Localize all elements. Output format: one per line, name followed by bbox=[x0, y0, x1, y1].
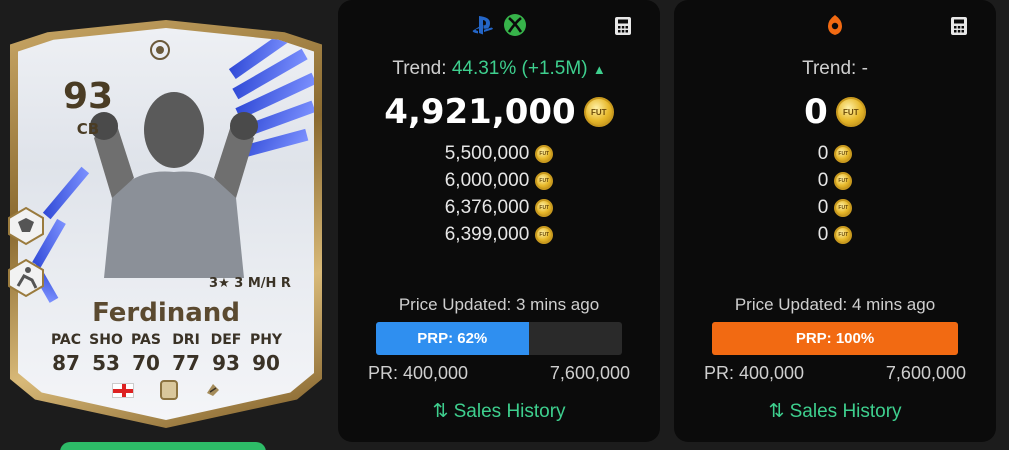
lowest-price: 0 FUT bbox=[674, 92, 996, 132]
coin-icon: FUT bbox=[834, 144, 853, 163]
player-rating: 93 bbox=[62, 76, 114, 117]
calculator-icon[interactable] bbox=[614, 16, 632, 36]
skill-weakfoot-workrate: 3★ 3 M/H R bbox=[209, 276, 291, 291]
price-range: PR: 400,000 7,600,000 bbox=[368, 363, 630, 384]
card-badges bbox=[112, 380, 222, 400]
lowest-price-value: 0 bbox=[804, 92, 828, 132]
england-flag-icon bbox=[112, 382, 134, 398]
pc-price-panel: Trend: - 0 FUT 0 FUT 0 FUT 0 FUT 0 FUT P… bbox=[674, 0, 996, 442]
price-list: 5,500,000 FUT 6,000,000 FUT 6,376,000 FU… bbox=[338, 140, 660, 248]
player-position: CB bbox=[76, 120, 100, 138]
price-range-min: PR: 400,000 bbox=[368, 363, 469, 383]
stat-label: DEF bbox=[210, 332, 242, 348]
prp-progress-bar: PRP: 62% bbox=[376, 322, 622, 355]
coin-icon: FUT bbox=[535, 171, 554, 190]
price-range-min: PR: 400,000 bbox=[704, 363, 805, 383]
coin-icon: FUT bbox=[834, 198, 853, 217]
coin-label: FUT bbox=[539, 204, 550, 211]
coin-icon: FUT bbox=[535, 198, 554, 217]
coin-icon: FUT bbox=[834, 225, 853, 244]
price-list-item: 0 FUT bbox=[674, 221, 996, 248]
coin-icon: FUT bbox=[835, 97, 866, 127]
coin-label: FUT bbox=[838, 231, 849, 238]
price-value: 6,000,000 bbox=[444, 169, 530, 191]
price-list-item: 6,399,000 FUT bbox=[338, 221, 660, 248]
stat-label: PAS bbox=[131, 332, 161, 348]
player-card[interactable]: 93 CB 3★ 3 M/H R Ferdinand PAC SHO PAS D… bbox=[4, 8, 330, 438]
platform-icons bbox=[674, 12, 996, 38]
price-value: 0 bbox=[817, 169, 829, 191]
price-trend: Trend: - bbox=[674, 58, 996, 80]
trend-up-icon: ▲ bbox=[592, 62, 606, 77]
price-value: 0 bbox=[817, 223, 829, 245]
lowest-price-value: 4,921,000 bbox=[384, 92, 576, 132]
stat-value: 70 bbox=[132, 351, 160, 375]
stat-value: 87 bbox=[52, 351, 80, 375]
prp-label: PRP: 100% bbox=[795, 330, 875, 347]
price-trend: Trend: 44.31% (+1.5M) ▲ bbox=[338, 58, 660, 80]
stat-label: PAC bbox=[50, 332, 82, 348]
coin-label: FUT bbox=[838, 204, 849, 211]
stat-label: DRI bbox=[172, 332, 200, 348]
coin-label: FUT bbox=[838, 177, 849, 184]
player-name: Ferdinand bbox=[92, 298, 240, 328]
price-value: 0 bbox=[817, 196, 829, 218]
price-list-item: 6,376,000 FUT bbox=[338, 194, 660, 221]
stat-value: 53 bbox=[92, 351, 120, 375]
price-updated-text: Price Updated: 4 mins ago bbox=[734, 295, 936, 314]
price-value: 5,500,000 bbox=[444, 142, 530, 164]
prp-progress-bar: PRP: 100% bbox=[712, 322, 958, 355]
team-badge-icon bbox=[150, 40, 170, 60]
icons-league-icon bbox=[160, 380, 178, 400]
price-value: 6,399,000 bbox=[444, 223, 530, 245]
coin-icon: FUT bbox=[583, 97, 614, 127]
playstation-icon[interactable] bbox=[470, 12, 496, 38]
price-value: 0 bbox=[817, 142, 829, 164]
price-list: 0 FUT 0 FUT 0 FUT 0 FUT bbox=[674, 140, 996, 248]
stat-value: 90 bbox=[252, 351, 280, 375]
coin-icon: FUT bbox=[535, 225, 554, 244]
platform-icons bbox=[338, 12, 660, 38]
playstyle-plus-icon bbox=[8, 258, 44, 298]
stat-value: 77 bbox=[172, 351, 200, 375]
price-updated-text: Price Updated: 3 mins ago bbox=[398, 295, 600, 314]
coin-label: FUT bbox=[539, 177, 550, 184]
console-price-panel: Trend: 44.31% (+1.5M) ▲ 4,921,000 FUT 5,… bbox=[338, 0, 660, 442]
calculator-icon[interactable] bbox=[950, 16, 968, 36]
price-range-max: 7,600,000 bbox=[549, 363, 630, 383]
coin-label: FUT bbox=[843, 107, 859, 117]
price-list-item: 5,500,000 FUT bbox=[338, 140, 660, 167]
price-range-max: 7,600,000 bbox=[885, 363, 966, 383]
sales-history-link[interactable]: ⇅ Sales History bbox=[674, 400, 996, 423]
price-range: PR: 400,000 7,600,000 bbox=[704, 363, 966, 384]
stat-values: 87 53 70 77 93 90 bbox=[48, 351, 284, 375]
price-value: 6,376,000 bbox=[444, 196, 530, 218]
card-action-button[interactable] bbox=[60, 442, 266, 450]
trend-value: - bbox=[861, 58, 868, 79]
prp-label: PRP: 62% bbox=[417, 330, 488, 347]
xbox-icon[interactable] bbox=[502, 12, 528, 38]
playstyle-icon bbox=[8, 206, 44, 246]
coin-icon: FUT bbox=[535, 144, 554, 163]
coin-label: FUT bbox=[539, 231, 550, 238]
stat-value: 93 bbox=[212, 351, 240, 375]
price-list-item: 0 FUT bbox=[674, 140, 996, 167]
trend-label: Trend: bbox=[392, 58, 447, 79]
price-list-item: 0 FUT bbox=[674, 167, 996, 194]
coin-label: FUT bbox=[539, 150, 550, 157]
price-list-item: 0 FUT bbox=[674, 194, 996, 221]
coin-icon: FUT bbox=[834, 171, 853, 190]
sales-history-link[interactable]: ⇅ Sales History bbox=[338, 400, 660, 423]
trend-label: Trend: bbox=[802, 58, 857, 79]
stat-label: SHO bbox=[89, 332, 123, 348]
trend-value: 44.31% (+1.5M) bbox=[451, 58, 588, 79]
club-badge-icon bbox=[207, 384, 219, 396]
stat-label: PHY bbox=[249, 332, 283, 348]
coin-label: FUT bbox=[590, 107, 607, 117]
price-list-item: 6,000,000 FUT bbox=[338, 167, 660, 194]
coin-label: FUT bbox=[838, 150, 849, 157]
stat-labels: PAC SHO PAS DRI DEF PHY bbox=[48, 332, 284, 348]
origin-icon[interactable] bbox=[822, 12, 848, 38]
lowest-price: 4,921,000 FUT bbox=[338, 92, 660, 132]
